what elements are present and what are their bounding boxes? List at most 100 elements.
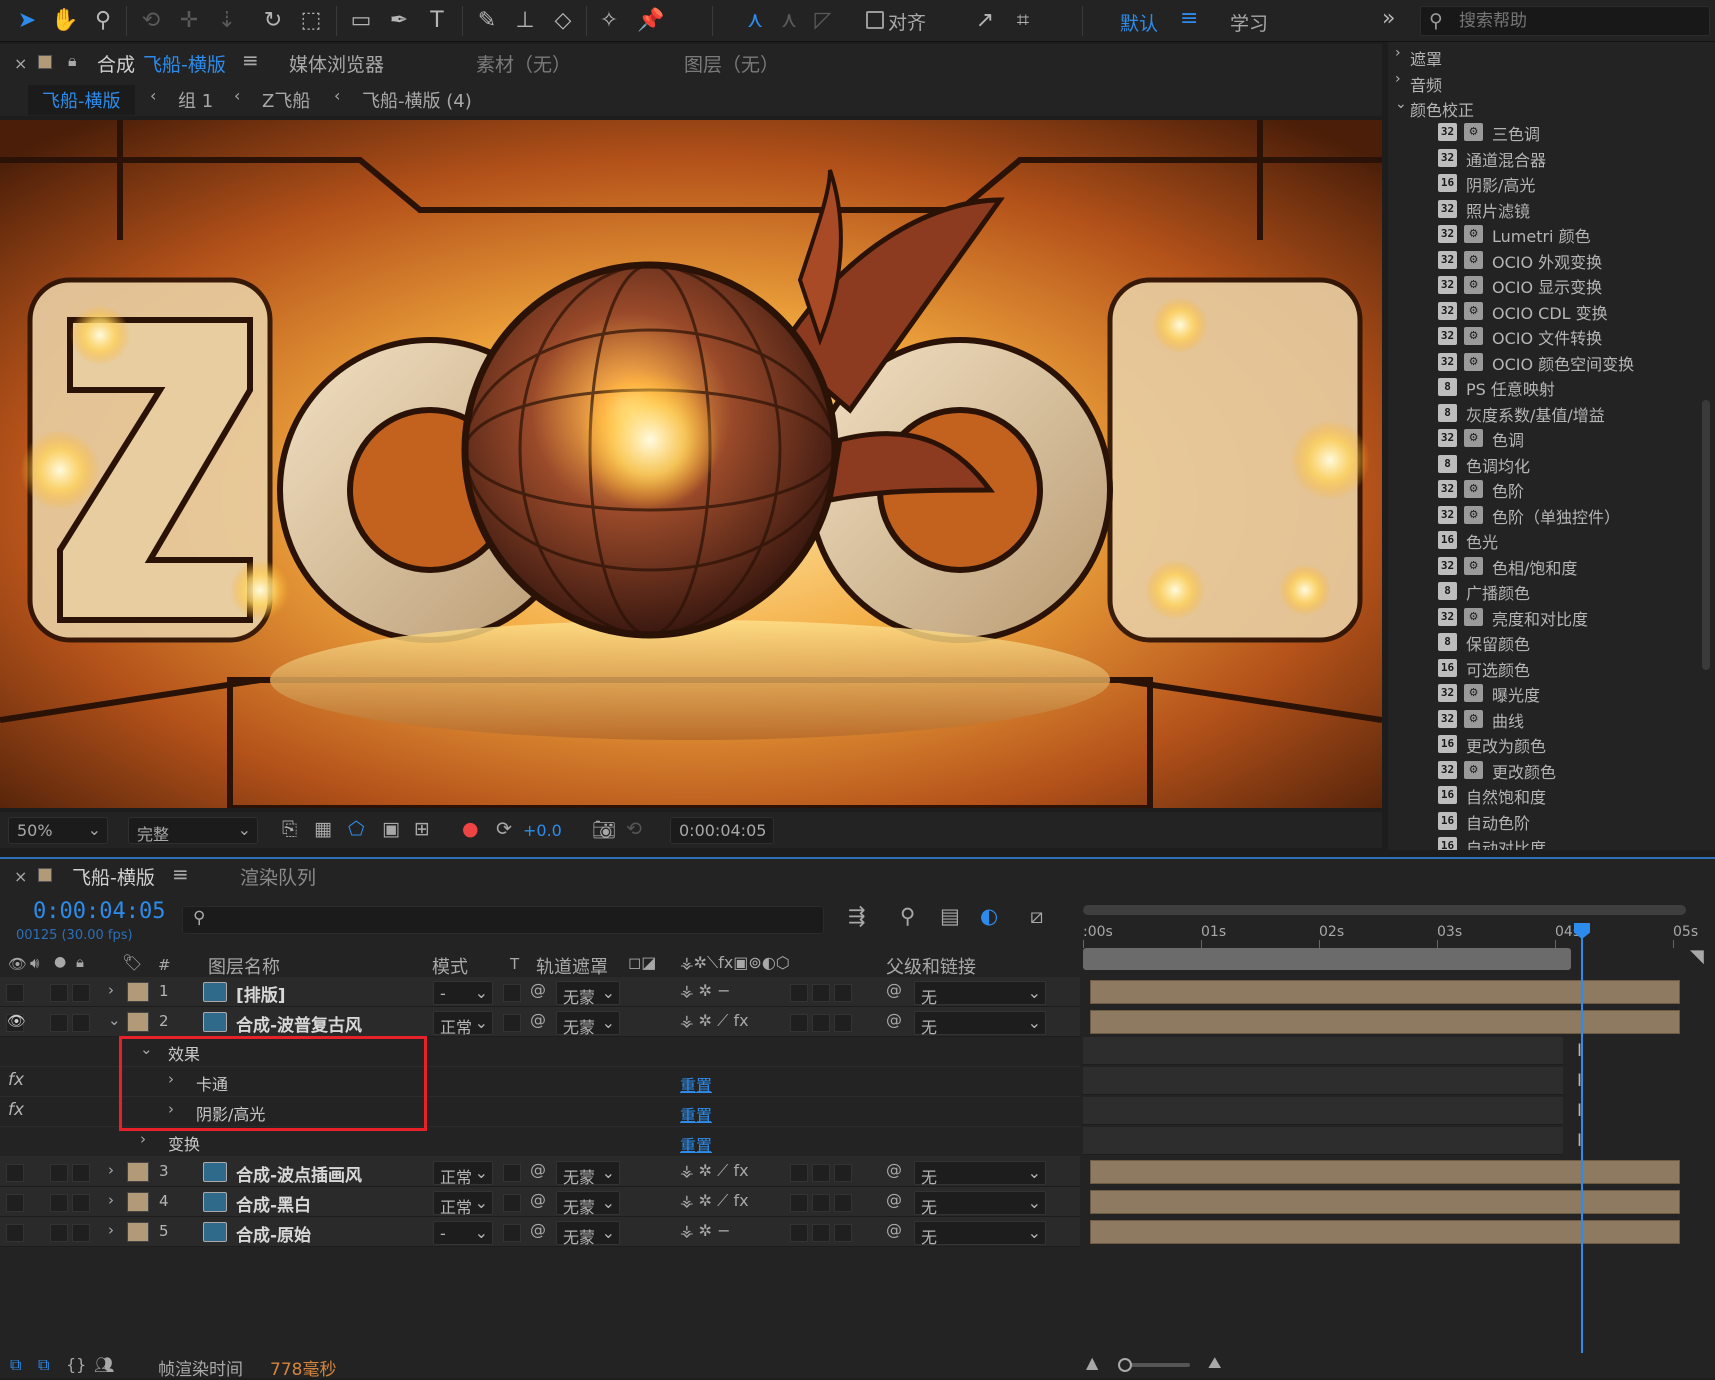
preserve-transparency-switch[interactable] <box>503 1194 521 1212</box>
roto-brush-tool-icon[interactable]: ✧ <box>592 4 626 38</box>
workspace-learn[interactable]: 学习 <box>1230 9 1268 36</box>
comp-tab-name[interactable]: 飞船-横版 <box>143 50 226 77</box>
comp-flowchart-icon[interactable]: ⇶ <box>848 904 866 928</box>
effect-item[interactable]: 32 ⚙ 曲线 <box>1388 707 1698 732</box>
effects-category[interactable]: › 音频 <box>1388 71 1698 96</box>
effect-item[interactable]: 16 自动色阶 <box>1388 809 1698 834</box>
layer-duration-bar[interactable] <box>1090 1160 1680 1184</box>
layer-label-color[interactable] <box>127 1222 149 1242</box>
layer-label-color[interactable] <box>127 1192 149 1212</box>
preserve-transparency-switch[interactable] <box>503 1164 521 1182</box>
solo-switch[interactable] <box>50 1164 68 1182</box>
color-management-icon[interactable]: ⟳ <box>496 818 512 840</box>
column-parent-link[interactable]: 父级和链接 <box>886 953 976 979</box>
chevron-down-icon[interactable]: ⌄ <box>1395 96 1407 112</box>
reset-link[interactable]: 重置 <box>680 1072 712 1096</box>
layer-name[interactable]: [排版] <box>236 981 286 1006</box>
snapshot-icon[interactable]: 📷︎ <box>592 818 616 841</box>
lock-icon[interactable]: 🔒︎ <box>68 51 77 71</box>
fx-toggle-icon[interactable]: fx <box>8 1070 24 1090</box>
layer-duration-bar[interactable] <box>1090 980 1680 1004</box>
tab-layer[interactable]: 图层（无） <box>684 50 779 77</box>
eye-icon[interactable]: 👁︎ <box>7 1012 26 1030</box>
effect-item[interactable]: 16 可选颜色 <box>1388 656 1698 681</box>
playhead[interactable] <box>1581 925 1583 1355</box>
label-tag-icon[interactable]: 🏷︎ <box>122 953 142 972</box>
effect-item[interactable]: 8 灰度系数/基值/增益 <box>1388 401 1698 426</box>
time-navigator[interactable] <box>1083 905 1686 915</box>
layer-duration-bar[interactable] <box>1090 1220 1680 1244</box>
layer-row[interactable]: 👁︎ ⌄ 2 合成-波普复古风 正常 ⌄ @ 无蒙 ⌄ ⚶ ✲ ⟋ fx @ 无 ⌄ <box>0 1007 1080 1037</box>
dolly-camera-icon[interactable]: ⇣ <box>210 4 244 38</box>
parent-pick-whip-icon[interactable]: @ <box>886 980 902 999</box>
clone-stamp-tool-icon[interactable]: ⊥ <box>508 4 542 38</box>
pick-whip-icon[interactable]: @ <box>530 1190 546 1209</box>
lock-icon[interactable]: 🔒︎ <box>76 953 84 971</box>
parent-pick-whip-icon[interactable]: @ <box>886 1160 902 1179</box>
parent-pick-whip-icon[interactable]: @ <box>886 1220 902 1239</box>
solo-switch[interactable] <box>50 1224 68 1242</box>
3d-layer-switch[interactable] <box>834 984 852 1002</box>
breadcrumb-item[interactable]: 组 1 <box>178 87 213 113</box>
region-of-interest-icon[interactable]: ▣ <box>382 818 400 840</box>
motion-blur-switch[interactable] <box>790 1224 808 1242</box>
layer-name[interactable]: 合成-波点插画风 <box>236 1161 362 1186</box>
effect-item[interactable]: 32 ⚙ OCIO CDL 变换 <box>1388 299 1698 324</box>
help-search-input[interactable] <box>1459 11 1699 31</box>
parent-dropdown[interactable]: 无 ⌄ <box>914 1011 1046 1037</box>
breadcrumb-item[interactable]: Z飞船 <box>262 87 310 113</box>
motion-blur-switch[interactable] <box>790 1164 808 1182</box>
panel-menu-icon[interactable]: ≡ <box>242 48 259 72</box>
effect-item[interactable]: 16 更改为颜色 <box>1388 732 1698 757</box>
adjustment-switch[interactable] <box>812 984 830 1002</box>
layer-row[interactable]: › 3 合成-波点插画风 正常 ⌄ @ 无蒙 ⌄ ⚶ ✲ ⟋ fx @ 无 ⌄ <box>0 1157 1080 1187</box>
column-track-matte[interactable]: 轨道遮罩 <box>536 953 608 979</box>
solo-switch[interactable] <box>50 1014 68 1032</box>
chevron-right-icon[interactable]: › <box>140 1130 146 1148</box>
panel-menu-icon[interactable]: ≡ <box>172 862 189 886</box>
transparency-grid-icon[interactable]: ▦ <box>314 818 332 840</box>
track-matte-dropdown[interactable]: 无蒙 ⌄ <box>556 981 620 1007</box>
3d-layer-switch[interactable] <box>834 1014 852 1032</box>
reset-link[interactable]: 重置 <box>680 1102 712 1126</box>
channels-icon[interactable]: ● <box>462 818 479 840</box>
track-matte-dropdown[interactable]: 无蒙 ⌄ <box>556 1191 620 1217</box>
timeline-tab-name[interactable]: 飞船-横版 <box>72 863 155 890</box>
layer-switches-icons[interactable]: ⚶ ✲ ⟋ fx <box>680 1191 749 1211</box>
video-switch[interactable] <box>6 1164 24 1182</box>
chevron-right-icon[interactable]: › <box>108 1161 114 1179</box>
effect-item[interactable]: 32 ⚙ 色阶 <box>1388 477 1698 502</box>
work-area-bar[interactable] <box>1083 948 1571 970</box>
composition-viewer[interactable] <box>0 120 1382 808</box>
transform-row[interactable]: › 变换 重置 <box>0 1127 1080 1157</box>
effect-item[interactable]: 8 PS 任意映射 <box>1388 375 1698 400</box>
preserve-transparency-switch[interactable] <box>503 1014 521 1032</box>
video-switch[interactable] <box>6 1194 24 1212</box>
orbit-camera-icon[interactable]: ⟲ <box>134 4 168 38</box>
chevron-right-icon[interactable]: › <box>108 981 114 999</box>
effect-item[interactable]: 32 ⚙ Lumetri 颜色 <box>1388 222 1698 247</box>
solo-switch-icon[interactable]: ● <box>54 954 66 970</box>
layer-label-color[interactable] <box>127 1012 149 1032</box>
solo-switch[interactable] <box>50 1194 68 1212</box>
effect-item[interactable]: 32 ⚙ 色相/饱和度 <box>1388 554 1698 579</box>
close-tab-icon[interactable]: × <box>14 867 27 886</box>
pan-camera-icon[interactable]: ✛ <box>172 4 206 38</box>
graph-editor-icon[interactable]: ⧄ <box>1030 904 1043 929</box>
parent-dropdown[interactable]: 无 ⌄ <box>914 1191 1046 1217</box>
layer-row[interactable]: › 4 合成-黑白 正常 ⌄ @ 无蒙 ⌄ ⚶ ✲ ⟋ fx @ 无 ⌄ <box>0 1187 1080 1217</box>
effects-scrollbar[interactable] <box>1702 400 1710 670</box>
workspace-default[interactable]: 默认 <box>1120 9 1158 36</box>
timeline-current-time[interactable]: 0:00:04:05 <box>33 899 165 924</box>
effects-category[interactable]: ⌄ 颜色校正 <box>1388 96 1698 121</box>
zoom-out-icon[interactable]: ▲ <box>1086 1353 1098 1372</box>
pan-behind-tool-icon[interactable]: ⬚ <box>294 4 328 38</box>
3d-layer-switch[interactable] <box>834 1194 852 1212</box>
tab-footage[interactable]: 素材（无） <box>476 50 571 77</box>
effect-item[interactable]: 32 ⚙ 色阶（单独控件） <box>1388 503 1698 528</box>
toggle-in-out-icon[interactable]: {} <box>66 1355 86 1374</box>
lock-switch[interactable] <box>72 1014 90 1032</box>
eraser-tool-icon[interactable]: ◇ <box>546 4 580 38</box>
layer-mode-dropdown[interactable]: 正常 ⌄ <box>433 1161 493 1187</box>
rotate-tool-icon[interactable]: ↻ <box>256 4 290 38</box>
